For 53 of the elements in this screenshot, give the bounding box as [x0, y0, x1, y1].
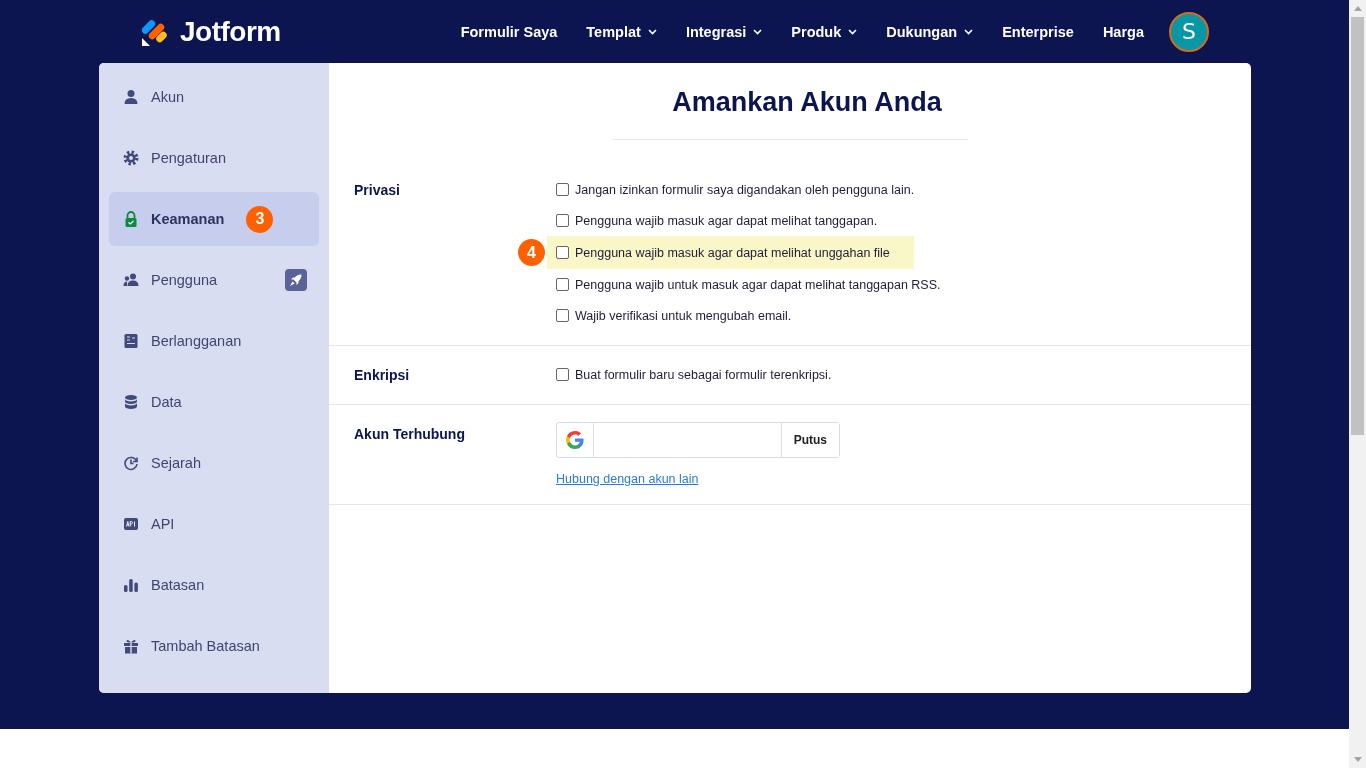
checkbox-label[interactable]: Pengguna wajib masuk agar dapat melihat tanggapan. — [575, 213, 878, 228]
user-avatar[interactable]: S — [1169, 11, 1209, 52]
sidebar-item[interactable]: Tambah Batasan — [109, 619, 319, 673]
nav-link[interactable]: Produk — [791, 23, 858, 40]
nav-link[interactable]: Harga — [1102, 23, 1144, 40]
checkbox-label[interactable]: Jangan izinkan formulir saya digandakan oleh pengguna lain. — [575, 182, 915, 197]
step-badge: 4 — [518, 239, 545, 266]
sidebar-item[interactable]: Sejarah — [109, 436, 319, 490]
page-title: Amankan Akun Anda — [671, 87, 943, 118]
invoice-icon — [123, 333, 139, 349]
scrollbar-thumb[interactable] — [1351, 17, 1364, 435]
section-label: Enkripsi — [354, 366, 411, 383]
history-icon — [123, 455, 139, 471]
disconnect-button[interactable]: Putus — [780, 423, 839, 457]
scrollbar[interactable] — [1349, 0, 1366, 768]
sidebar-item[interactable]: Data — [109, 375, 319, 429]
logo-icon — [142, 17, 168, 46]
person-icon — [123, 89, 139, 105]
api-icon — [123, 516, 139, 532]
bar-chart-icon — [123, 577, 139, 593]
checkbox-label[interactable]: Pengguna wajib masuk agar dapat melihat unggahan file — [575, 245, 890, 260]
sidebar-item[interactable]: Pengguna — [109, 253, 319, 307]
checkbox[interactable] — [556, 183, 569, 196]
nav-link[interactable]: Enterprise — [1002, 23, 1074, 40]
nav-link[interactable]: Formulir Saya — [460, 23, 558, 40]
sidebar-item[interactable]: API — [109, 497, 319, 551]
checkbox[interactable] — [556, 246, 569, 259]
google-g-icon — [566, 431, 584, 449]
checkbox[interactable] — [556, 214, 569, 227]
gift-icon — [123, 638, 139, 654]
sidebar-item[interactable]: Akun — [109, 70, 319, 124]
database-icon — [123, 394, 139, 410]
nav-link[interactable]: Dukungan — [886, 23, 974, 40]
settings-icon — [123, 150, 139, 166]
connect-account-link[interactable]: Hubung dengan akun lain — [556, 472, 840, 486]
section-label: Privasi — [354, 181, 401, 198]
step-badge: 3 — [246, 205, 274, 233]
sidebar-item[interactable]: Pengaturan — [109, 131, 319, 185]
section-label: Akun Terhubung — [354, 425, 466, 442]
sidebar-item[interactable]: Keamanan 3 — [109, 192, 319, 246]
jotform-logo[interactable]: Jotform — [142, 15, 281, 48]
checkbox[interactable] — [556, 309, 569, 322]
nav-link[interactable]: Integrasi — [685, 23, 763, 40]
lock-icon — [123, 211, 139, 227]
people-icon — [123, 272, 139, 288]
checkbox-label[interactable]: Wajib verifikasi untuk mengubah email. — [575, 308, 792, 323]
checkbox[interactable] — [556, 278, 569, 291]
checkbox-label[interactable]: Buat formulir baru sebagai formulir terenkripsi. — [575, 367, 832, 382]
sidebar-item[interactable]: Berlangganan — [109, 314, 319, 368]
nav-link[interactable]: Templat — [586, 23, 657, 40]
checkbox[interactable] — [556, 368, 569, 381]
checkbox-label[interactable]: Pengguna wajib untuk masuk agar dapat melihat tanggapan RSS. — [575, 277, 941, 292]
sidebar-item[interactable]: Batasan — [109, 558, 319, 612]
